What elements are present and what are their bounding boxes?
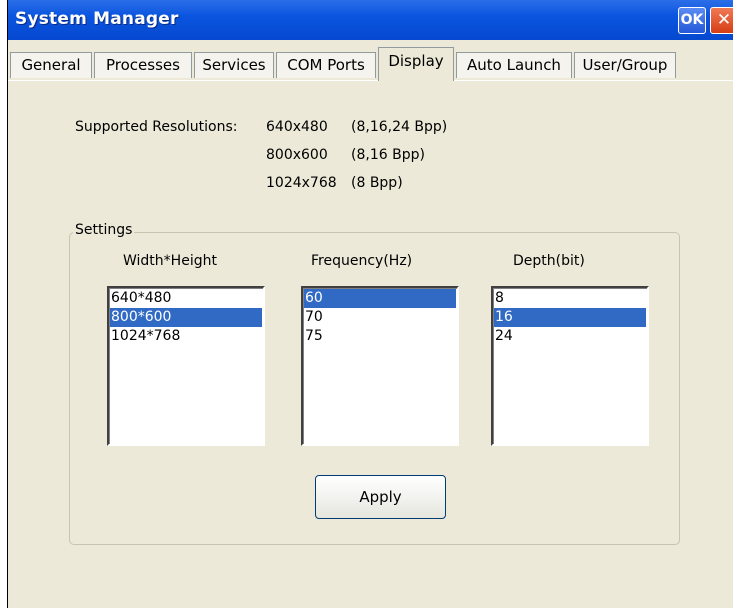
title-bar[interactable]: System Manager OK ✕ (8, 0, 733, 40)
list-item[interactable]: 1024*768 (110, 327, 262, 346)
list-item[interactable]: 70 (304, 308, 456, 327)
resolution-depth: (8 Bpp) (351, 175, 403, 191)
resolution-value: 800x600 (266, 147, 328, 163)
tab-display[interactable]: Display (378, 47, 454, 81)
frequency-listbox[interactable]: 60 70 75 (301, 286, 459, 446)
tab-divider (8, 80, 733, 81)
tab-user-group[interactable]: User/Group (574, 52, 676, 78)
frequency-header: Frequency(Hz) (311, 253, 413, 269)
depth-header: Depth(bit) (513, 253, 585, 269)
tab-processes[interactable]: Processes (94, 52, 192, 78)
tab-services[interactable]: Services (194, 52, 274, 78)
tab-auto-launch[interactable]: Auto Launch (456, 52, 572, 78)
tab-com-ports[interactable]: COM Ports (276, 52, 376, 78)
list-item[interactable]: 8 (494, 289, 646, 308)
resolution-value: 640x480 (266, 119, 328, 135)
resolution-depth: (8,16 Bpp) (351, 147, 425, 163)
list-item[interactable]: 24 (494, 327, 646, 346)
window-title: System Manager (15, 9, 179, 29)
depth-listbox[interactable]: 8 16 24 (491, 286, 649, 446)
width-height-header: Width*Height (123, 253, 217, 269)
list-item-selected[interactable]: 16 (494, 308, 646, 327)
close-icon: ✕ (716, 10, 732, 30)
resolution-value: 1024x768 (266, 175, 337, 191)
system-manager-window: System Manager OK ✕ General Processes Se… (7, 0, 733, 608)
close-button[interactable]: ✕ (710, 7, 733, 34)
list-item-selected[interactable]: 60 (304, 289, 456, 308)
settings-legend: Settings (73, 222, 135, 238)
resolution-depth: (8,16,24 Bpp) (351, 119, 448, 135)
apply-button[interactable]: Apply (315, 475, 446, 519)
tab-general[interactable]: General (10, 52, 92, 78)
width-height-listbox[interactable]: 640*480 800*600 1024*768 (107, 286, 265, 446)
list-item[interactable]: 640*480 (110, 289, 262, 308)
supported-resolutions-label: Supported Resolutions: (75, 119, 238, 135)
list-item-selected[interactable]: 800*600 (110, 308, 262, 327)
ok-button[interactable]: OK (678, 7, 706, 34)
list-item[interactable]: 75 (304, 327, 456, 346)
